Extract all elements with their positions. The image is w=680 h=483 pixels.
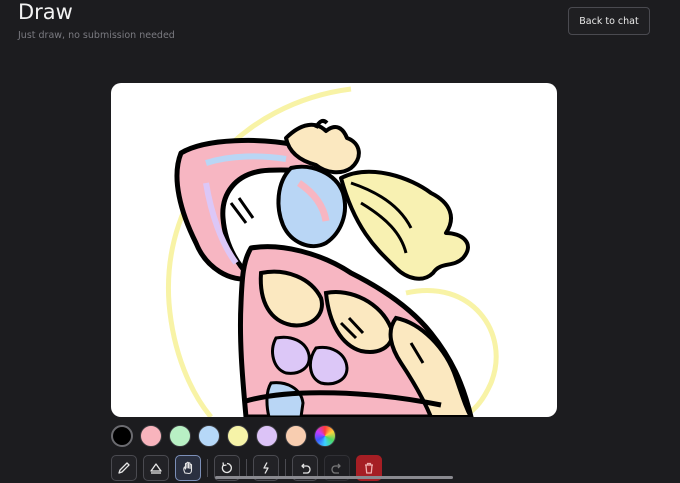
toolbar-divider	[207, 459, 208, 477]
hand-icon	[183, 461, 193, 475]
draw-page: Draw Just draw, no submission needed Bac…	[0, 0, 680, 483]
pencil-icon	[118, 462, 130, 474]
page-subtitle: Just draw, no submission needed	[18, 30, 175, 41]
color-palette	[111, 425, 336, 447]
swatch-black[interactable]	[111, 425, 133, 447]
swatch-yellow[interactable]	[227, 425, 249, 447]
back-to-chat-button[interactable]: Back to chat	[568, 7, 650, 35]
page-title: Draw	[18, 0, 73, 24]
eraser-icon	[150, 463, 162, 474]
hand-tool-button[interactable]	[175, 455, 201, 481]
trash-icon	[365, 462, 373, 474]
drawing-canvas[interactable]	[111, 83, 557, 417]
swatch-sky[interactable]	[198, 425, 220, 447]
undo-icon	[301, 463, 311, 474]
toolbar-divider	[246, 459, 247, 477]
custom-color-picker[interactable]	[314, 425, 336, 447]
swatch-peach[interactable]	[285, 425, 307, 447]
swatch-pink[interactable]	[140, 425, 162, 447]
pencil-tool-button[interactable]	[111, 455, 137, 481]
swatch-mint[interactable]	[169, 425, 191, 447]
swatch-lavender[interactable]	[256, 425, 278, 447]
toolbar-divider	[285, 459, 286, 477]
eraser-tool-button[interactable]	[143, 455, 169, 481]
home-indicator	[215, 476, 453, 479]
drawing-artwork	[165, 86, 499, 417]
rotate-icon	[221, 462, 232, 474]
redo-icon	[331, 463, 341, 474]
lightning-icon	[263, 462, 269, 474]
